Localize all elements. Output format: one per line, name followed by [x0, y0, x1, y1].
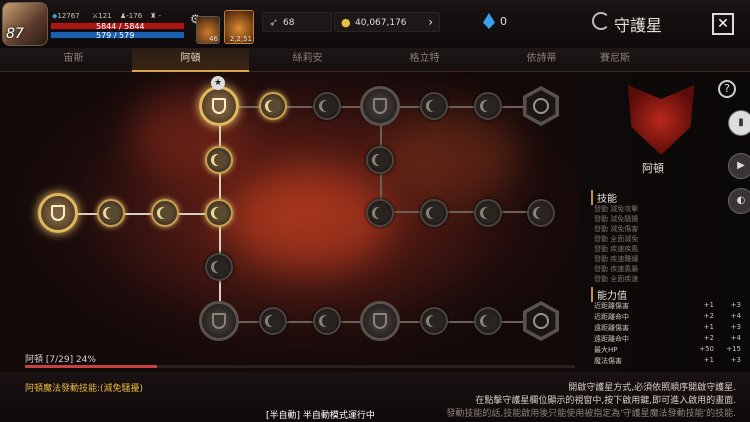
top-status-bar: 87 ◆12767 ⚔121 ♟-176 ♜ - 5844 / 5844 579… — [0, 0, 750, 48]
stat-d: ♜ - — [150, 12, 162, 20]
character-level: 87 — [6, 26, 24, 42]
connector-line — [58, 213, 220, 215]
star-node[interactable] — [259, 307, 287, 335]
star-node[interactable] — [259, 92, 287, 120]
cross-shield-icon — [373, 313, 387, 329]
star-node-major[interactable] — [360, 86, 400, 126]
magic-skill-text: 阿頓魔法發動技能:(減免騷擾) — [25, 384, 144, 394]
potion-slot-1[interactable]: 46 — [196, 16, 220, 44]
star-node[interactable] — [527, 199, 555, 227]
feather-currency: ➶ 68 — [262, 12, 332, 32]
tree-progress-fill — [25, 365, 157, 368]
help-icon[interactable]: ? — [718, 80, 736, 98]
star-node[interactable] — [205, 253, 233, 281]
play-icon[interactable]: ▶ — [728, 153, 750, 179]
guardian-star-icon — [592, 12, 610, 30]
tab-sirian[interactable]: 絲莉安 — [249, 48, 366, 72]
skill-item: 發動 減免攻擊 — [594, 205, 639, 213]
emblem-icon — [533, 313, 549, 329]
star-node[interactable] — [313, 92, 341, 120]
star-node[interactable] — [420, 92, 448, 120]
stat-row: 魔法傷害 +1 +3 — [594, 356, 741, 365]
side-menu-button[interactable]: ▮ — [728, 110, 750, 136]
gold-coin-icon: ● — [341, 16, 351, 29]
skill-item: 發動 減免傷害 — [594, 225, 639, 233]
star-node-major[interactable] — [199, 301, 239, 341]
gold-currency[interactable]: ● 40,067,176 › — [334, 12, 440, 32]
favorite-star-icon: ★ — [211, 76, 225, 90]
chevron-right-icon[interactable]: › — [428, 15, 433, 29]
cross-shield-icon — [212, 313, 226, 329]
toggle-icon[interactable]: ◐ — [728, 188, 750, 214]
stat-c: ♟-176 — [120, 12, 143, 20]
shield-icon — [51, 205, 65, 221]
hp-text: 5844 / 5844 — [96, 22, 145, 31]
star-node[interactable] — [366, 199, 394, 227]
gem-icon — [483, 13, 495, 29]
stat-row: 最大HP +50 +15 — [594, 345, 741, 354]
trophy-icon: ♜ — [150, 12, 157, 20]
star-node[interactable] — [205, 199, 233, 227]
star-node[interactable] — [366, 146, 394, 174]
star-node[interactable] — [420, 307, 448, 335]
stat-row: 遠距離命中 +2 +4 — [594, 334, 741, 343]
star-node-left[interactable] — [38, 193, 78, 233]
star-node[interactable] — [313, 307, 341, 335]
star-node[interactable] — [474, 199, 502, 227]
skill-item: 發動 疾速風暴 — [594, 265, 639, 273]
star-node-hex[interactable] — [523, 86, 559, 126]
star-node-major[interactable] — [360, 301, 400, 341]
potion-slot-2[interactable]: 2,2,51 — [224, 10, 254, 44]
feather-icon: ➶ — [269, 16, 279, 29]
star-node[interactable] — [151, 199, 179, 227]
guardian-tabs: 宙斯 阿頓 絲莉安 格立特 依詩蒂 賽尼斯 — [0, 48, 750, 72]
close-button[interactable]: ✕ — [712, 13, 734, 35]
guardian-name: 阿頓 — [642, 162, 664, 175]
shield-icon — [212, 98, 226, 114]
emblem-icon — [533, 98, 549, 114]
info-line: 開啟守護星方式,必須依照順序開啟守護星. — [568, 383, 736, 393]
stat-b: ⚔121 — [92, 12, 112, 20]
stat-a: ◆12767 — [52, 12, 80, 20]
tree-progress-label: 阿頓 [7/29] 24% — [25, 355, 96, 365]
star-node[interactable] — [205, 146, 233, 174]
star-node-hex[interactable] — [523, 301, 559, 341]
star-node-start[interactable] — [199, 86, 239, 126]
window-title: 守護星 — [614, 16, 663, 35]
guardian-star-tree: ★ — [0, 72, 580, 372]
star-node[interactable] — [97, 199, 125, 227]
shield-icon — [373, 98, 387, 114]
skill-item: 發動 全面疾速 — [594, 275, 639, 283]
info-line: 在點擊守護星欄位顯示的視窗中,按下啟用鍵,即可進入啟用的畫面. — [475, 396, 736, 406]
stat-row: 近距離傷害 +1 +3 — [594, 301, 741, 310]
stat-row: 近距離命中 +2 +4 — [594, 312, 741, 321]
skill-item: 發動 減免騷擾 — [594, 215, 639, 223]
tab-aden[interactable]: 阿頓 — [132, 48, 249, 72]
auto-mode-status: [半自動] 半自動模式運行中 — [266, 411, 375, 421]
guardian-star-screen: { "player":{"level":"87","stat_a":"12767… — [0, 0, 750, 422]
info-line: 發動技能的話,技能啟用後只能使用被指定為'守護星魔法發動技能'的技能. — [446, 409, 736, 419]
gem-count: 0 — [500, 15, 507, 28]
star-node[interactable] — [474, 92, 502, 120]
star-node[interactable] — [474, 307, 502, 335]
tree-progress-bar — [25, 365, 575, 368]
mp-text: 579 / 579 — [96, 31, 135, 40]
skill-item: 發動 疾速難纏 — [594, 255, 639, 263]
tab-zeus[interactable]: 宙斯 — [15, 48, 132, 72]
stats-header: 能力值 — [591, 287, 627, 302]
stat-row: 遠距離傷害 +1 +3 — [594, 323, 741, 332]
star-node[interactable] — [420, 199, 448, 227]
skills-header: 技能 — [591, 190, 617, 205]
connector-line — [380, 211, 542, 213]
tab-seenis[interactable]: 賽尼斯 — [580, 48, 650, 72]
tab-gelit[interactable]: 格立特 — [366, 48, 483, 72]
skill-item: 發動 疾速疾風 — [594, 245, 639, 253]
skill-item: 發動 全面減免 — [594, 235, 639, 243]
